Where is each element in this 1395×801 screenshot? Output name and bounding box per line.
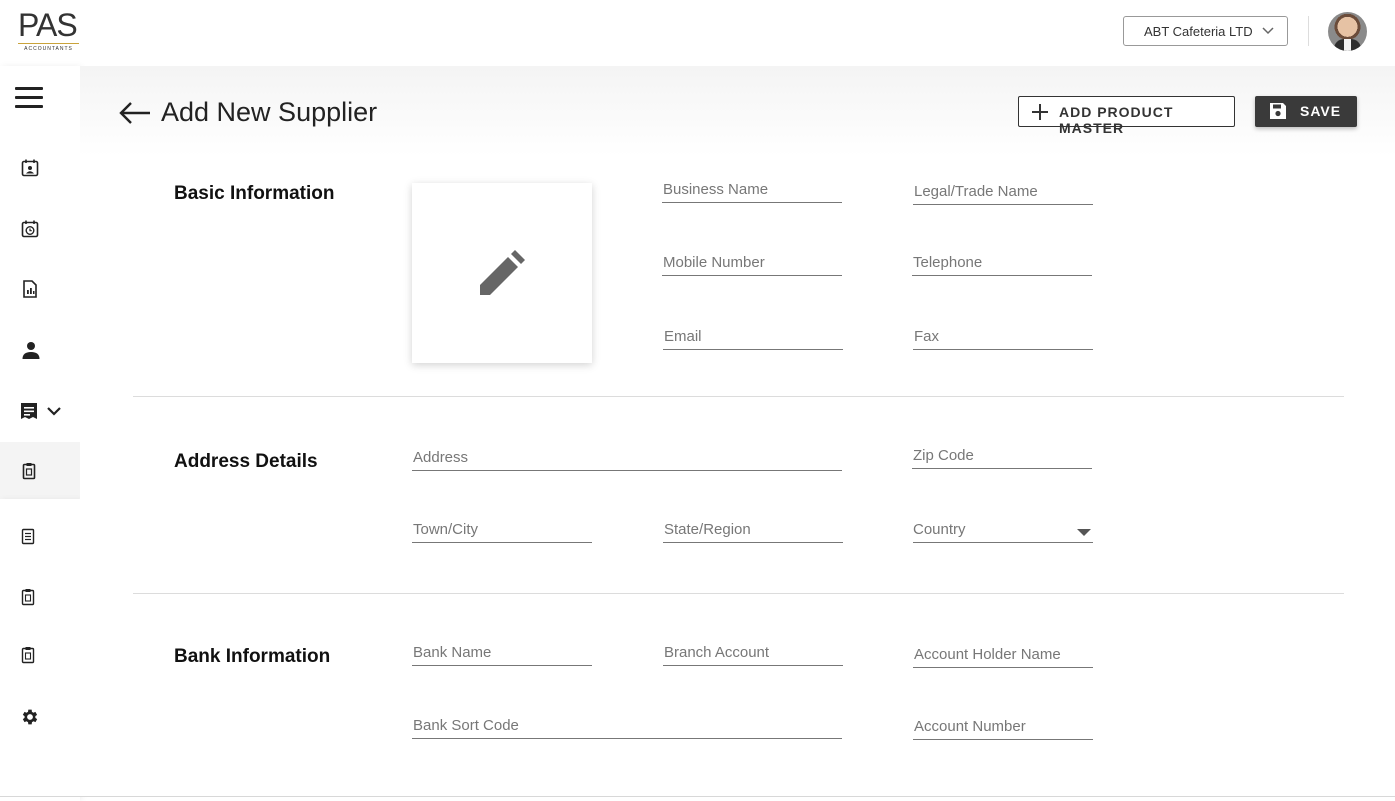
logo-text: PAS <box>18 7 78 43</box>
section-divider <box>133 396 1344 397</box>
gear-icon[interactable] <box>20 707 40 727</box>
add-product-master-label: ADD PRODUCT MASTER <box>1059 104 1174 136</box>
state-region-field[interactable] <box>663 521 843 543</box>
report-chart-icon[interactable] <box>20 279 40 299</box>
calendar-person-icon[interactable] <box>20 158 40 178</box>
bank-information-title: Bank Information <box>174 646 331 667</box>
branch-account-field[interactable] <box>663 644 843 666</box>
save-button[interactable]: SAVE <box>1255 96 1357 127</box>
state-region-input[interactable] <box>663 521 843 538</box>
menu-toggle-icon[interactable] <box>15 87 43 109</box>
address-field[interactable] <box>412 449 842 471</box>
town-city-field[interactable] <box>412 521 592 543</box>
mobile-number-input[interactable] <box>662 254 842 271</box>
back-arrow-icon[interactable] <box>118 100 152 126</box>
chevron-down-icon[interactable] <box>44 401 64 421</box>
avatar-shirt <box>1344 39 1351 51</box>
mobile-number-field[interactable] <box>662 254 842 276</box>
bank-sort-code-input[interactable] <box>412 717 842 734</box>
user-avatar[interactable] <box>1328 12 1367 51</box>
bank-sort-code-field[interactable] <box>412 717 842 739</box>
section-divider <box>133 593 1344 594</box>
account-holder-name-field[interactable] <box>913 646 1093 668</box>
fax-field[interactable] <box>913 328 1093 350</box>
sidebar <box>0 66 80 801</box>
town-city-input[interactable] <box>412 521 592 538</box>
legal-trade-name-field[interactable] <box>913 183 1093 205</box>
footer-divider <box>0 796 1395 797</box>
page-title: Add New Supplier <box>161 97 378 127</box>
supplier-photo-upload[interactable] <box>412 183 592 363</box>
country-select-label: Country <box>913 521 966 538</box>
email-input[interactable] <box>663 328 843 345</box>
save-disk-icon <box>1270 103 1286 119</box>
sidebar-bottom-group <box>0 499 80 801</box>
logo-subtext: ACCOUNTANTS <box>24 46 73 52</box>
company-select[interactable]: ABT Cafeteria LTD <box>1123 16 1288 46</box>
address-details-title: Address Details <box>174 451 318 472</box>
address-input[interactable] <box>412 449 842 466</box>
sidebar-submenu-group <box>0 442 80 499</box>
company-select-value: ABT Cafeteria LTD <box>1144 23 1253 39</box>
clipboard-icon[interactable] <box>19 461 39 481</box>
account-number-field[interactable] <box>913 718 1093 740</box>
top-bar: PAS ACCOUNTANTS ABT Cafeteria LTD <box>0 0 1395 66</box>
person-icon[interactable] <box>21 340 41 360</box>
clipboard-icon[interactable] <box>18 645 38 665</box>
telephone-input[interactable] <box>912 254 1092 271</box>
fax-input[interactable] <box>913 328 1093 345</box>
main-content <box>80 66 1395 796</box>
account-holder-name-input[interactable] <box>913 646 1093 663</box>
basic-information-title: Basic Information <box>174 183 335 204</box>
country-select[interactable]: Country <box>913 521 1093 543</box>
bank-name-field[interactable] <box>412 644 592 666</box>
branch-account-input[interactable] <box>663 644 843 661</box>
telephone-field[interactable] <box>912 254 1092 276</box>
account-number-input[interactable] <box>913 718 1093 735</box>
chevron-down-icon <box>1262 27 1274 35</box>
logo-underline <box>18 43 79 44</box>
save-label: SAVE <box>1300 103 1342 119</box>
zip-code-field[interactable] <box>912 447 1092 469</box>
add-product-master-button[interactable]: ADD PRODUCT MASTER <box>1018 96 1235 136</box>
receipt-icon[interactable] <box>19 401 39 421</box>
zip-code-input[interactable] <box>912 447 1092 464</box>
business-name-field[interactable] <box>662 181 842 203</box>
plus-icon <box>1032 104 1048 120</box>
clipboard-list-icon[interactable] <box>18 526 38 546</box>
business-name-input[interactable] <box>662 181 842 198</box>
bank-name-input[interactable] <box>412 644 592 661</box>
dropdown-caret-icon <box>1077 529 1091 536</box>
legal-trade-name-input[interactable] <box>913 183 1093 200</box>
sidebar-top-group <box>0 66 80 442</box>
calendar-clock-icon[interactable] <box>20 219 40 239</box>
company-logo: PAS ACCOUNTANTS <box>18 9 80 53</box>
clipboard-icon[interactable] <box>18 587 38 607</box>
pencil-icon <box>480 250 525 295</box>
header-divider <box>1308 16 1309 46</box>
email-field[interactable] <box>663 328 843 350</box>
